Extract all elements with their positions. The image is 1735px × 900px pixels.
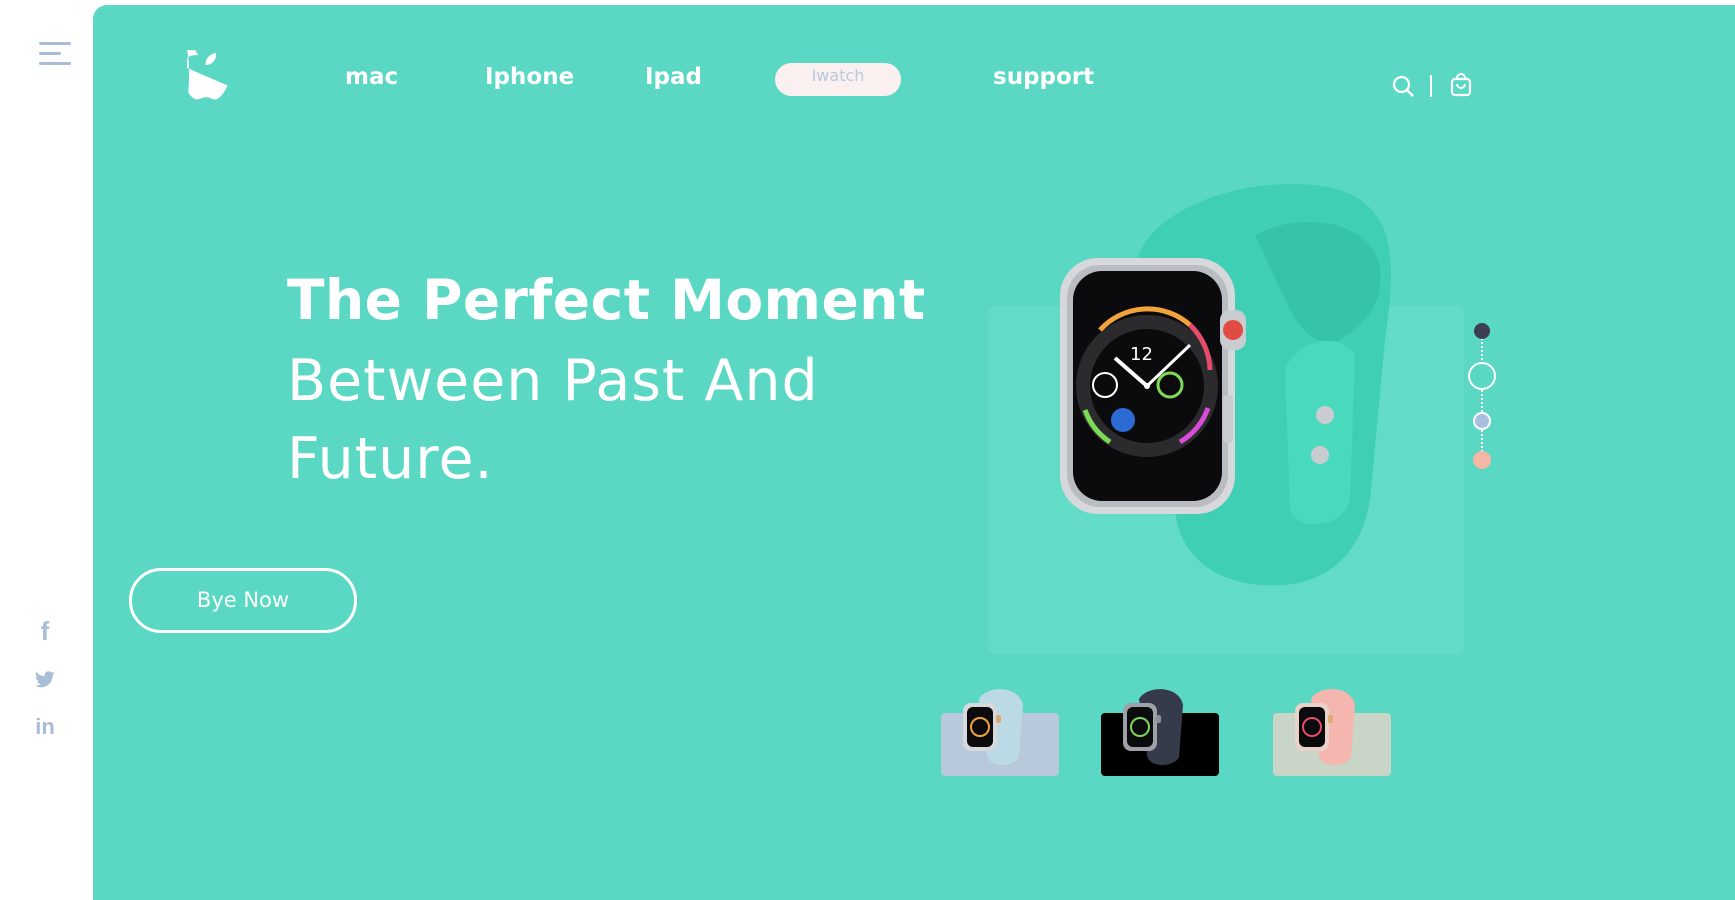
magnifier-shape: [1392, 75, 1414, 97]
color-dot-blue[interactable]: [1473, 412, 1491, 430]
menu-line: [39, 62, 71, 65]
thumbnail-blue-watch[interactable]: [941, 689, 1059, 776]
shopping-bag-icon[interactable]: [1450, 73, 1472, 97]
thumbnail-pink-watch[interactable]: [1273, 689, 1391, 776]
watch-thumbnail-image: [1295, 689, 1355, 765]
hero-title: The Perfect Moment: [287, 268, 926, 332]
twitter-icon[interactable]: [34, 666, 56, 692]
color-dot-pink[interactable]: [1473, 451, 1491, 469]
search-icon[interactable]: [1392, 75, 1414, 97]
watch-thumbnail-image: [963, 689, 1023, 765]
nav-ipad[interactable]: Ipad: [645, 64, 702, 90]
nav-iphone[interactable]: Iphone: [485, 64, 574, 90]
color-dots-connector: [1481, 338, 1483, 456]
nav-support[interactable]: support: [993, 64, 1094, 90]
menu-line: [39, 52, 61, 55]
watch-thumbnail-image: [1123, 689, 1183, 765]
apple-shape: [184, 33, 228, 100]
watch-date: 12: [1130, 344, 1153, 365]
buy-now-button[interactable]: Bye Now: [129, 568, 357, 633]
bag-shape: [1450, 73, 1472, 97]
hero-subtitle-line1: Between Past And: [287, 348, 819, 414]
thumbnail-dark-watch[interactable]: [1101, 689, 1219, 776]
nav-mac[interactable]: mac: [345, 64, 398, 90]
apple-watch-image: 12: [1060, 183, 1392, 586]
color-dot-teal-selected[interactable]: [1468, 362, 1496, 390]
apple-logo-icon[interactable]: [184, 33, 229, 100]
hero-subtitle-line2: Future.: [287, 426, 494, 492]
menu-line: [39, 42, 71, 45]
twitter-bird-shape: [35, 670, 55, 687]
linkedin-icon[interactable]: in: [34, 714, 56, 740]
facebook-icon[interactable]: f: [34, 616, 56, 646]
color-dot-dark[interactable]: [1474, 323, 1490, 339]
header-divider: [1430, 75, 1432, 97]
hamburger-menu-icon[interactable]: [39, 42, 71, 66]
nav-iwatch-active[interactable]: Iwatch: [775, 63, 901, 96]
